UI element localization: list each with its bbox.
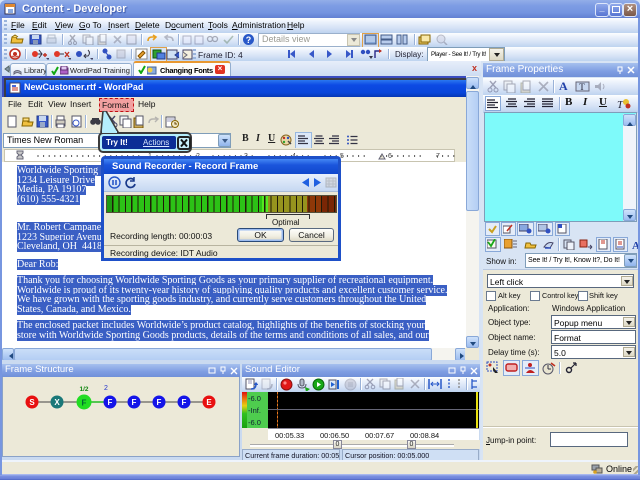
- svg-text:?: ?: [246, 35, 252, 45]
- svg-text:F: F: [132, 398, 137, 407]
- svg-text:T: T: [617, 99, 624, 110]
- svg-text:S: S: [29, 398, 35, 407]
- svg-text:E: E: [206, 398, 212, 407]
- svg-text:F: F: [108, 398, 113, 407]
- svg-text:F: F: [82, 399, 87, 408]
- svg-text:X: X: [54, 398, 60, 407]
- svg-text:F: F: [182, 398, 187, 407]
- svg-text:F: F: [157, 398, 162, 407]
- svg-text:6: 6: [388, 153, 392, 160]
- svg-text:1/2: 1/2: [79, 386, 88, 393]
- svg-text:2: 2: [104, 385, 108, 392]
- svg-text:T: T: [579, 82, 585, 92]
